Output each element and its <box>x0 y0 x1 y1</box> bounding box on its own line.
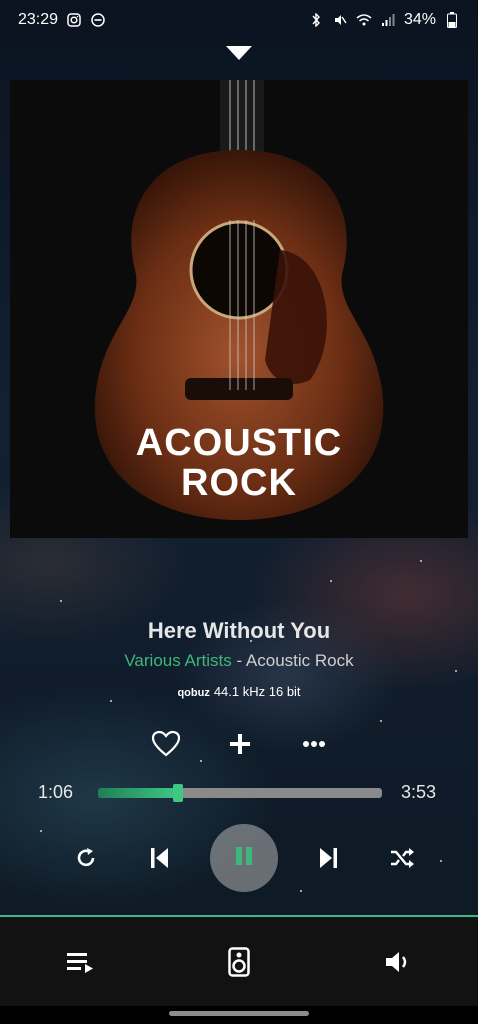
album-link[interactable]: Acoustic Rock <box>246 651 354 670</box>
status-bar: 23:29 34% <box>0 0 478 40</box>
quality-label: 44.1 kHz 16 bit <box>213 684 301 699</box>
instagram-icon <box>66 12 82 28</box>
total-time: 3:53 <box>401 782 437 802</box>
current-time: 1:06 <box>38 782 74 802</box>
battery-percent: 34% <box>403 11 436 28</box>
bluetooth-icon <box>308 12 324 28</box>
play-pause-button[interactable] <box>210 824 278 892</box>
wifi-icon <box>356 12 372 28</box>
track-actions <box>150 728 330 760</box>
home-gesture-bar[interactable] <box>169 1011 309 1016</box>
artist-link[interactable]: Various Artists <box>124 651 231 670</box>
add-plus-icon[interactable] <box>224 728 256 760</box>
source-label: qobuz <box>177 687 210 699</box>
volume-icon[interactable] <box>374 938 422 986</box>
next-icon[interactable] <box>304 834 352 882</box>
battery-icon <box>444 12 460 28</box>
signal-icon <box>380 12 396 28</box>
more-dots-icon[interactable] <box>298 728 330 760</box>
collapse-player-icon[interactable] <box>226 46 252 60</box>
favorite-heart-icon[interactable] <box>150 728 182 760</box>
track-subtitle: Various Artists - Acoustic Rock <box>0 651 478 671</box>
track-title: Here Without You <box>147 618 331 643</box>
audio-quality: qobuz 44.1 kHz 16 bit <box>0 684 478 699</box>
progress-thumb[interactable] <box>173 784 184 802</box>
album-art-title-line1: ACOUSTIC <box>135 422 343 464</box>
repeat-icon[interactable] <box>62 834 110 882</box>
pause-icon <box>233 845 255 872</box>
queue-icon[interactable] <box>56 938 104 986</box>
shuffle-icon[interactable] <box>378 834 426 882</box>
bottom-divider <box>0 915 478 917</box>
previous-icon[interactable] <box>136 834 184 882</box>
album-art: ACOUSTIC ROCK <box>10 80 468 538</box>
album-art-title-line2: ROCK <box>181 462 297 504</box>
progress-fill <box>98 788 179 798</box>
mute-icon <box>332 12 348 28</box>
bottom-nav <box>0 918 478 1006</box>
subtitle-separator: - <box>231 651 246 670</box>
progress-bar[interactable] <box>98 784 382 802</box>
speaker-output-icon[interactable] <box>215 938 263 986</box>
playback-controls <box>62 824 426 892</box>
dnd-icon <box>90 12 106 28</box>
status-time: 23:29 <box>18 11 59 28</box>
